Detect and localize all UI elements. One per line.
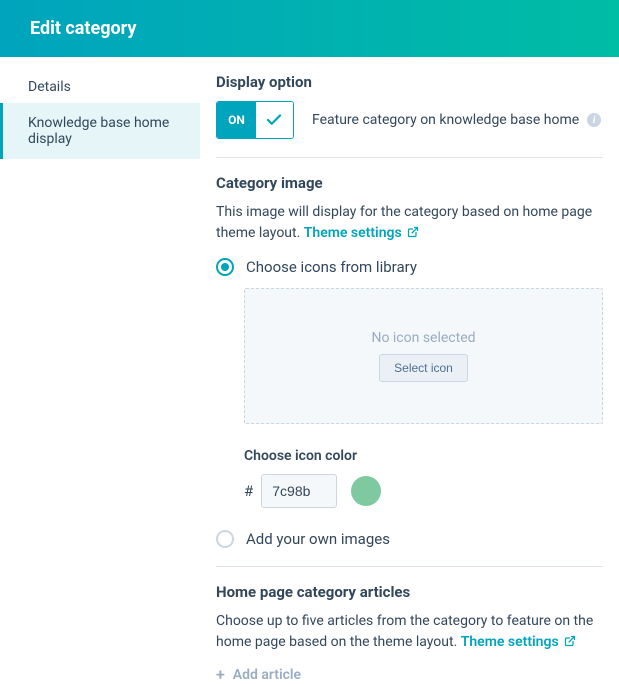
category-image-heading: Category image xyxy=(216,174,603,192)
icon-color-row: # xyxy=(244,474,603,508)
main-panel: Display option ON Feature category on kn… xyxy=(200,57,619,683)
sidebar-item-details[interactable]: Details xyxy=(0,71,200,103)
external-link-icon xyxy=(564,635,576,651)
display-option-heading: Display option xyxy=(216,73,603,91)
theme-settings-link[interactable]: Theme settings xyxy=(304,225,419,241)
radio-icon xyxy=(216,530,234,548)
icon-color-label: Choose icon color xyxy=(244,448,603,464)
select-icon-button[interactable]: Select icon xyxy=(379,354,468,382)
category-image-description: This image will display for the category… xyxy=(216,202,603,244)
info-icon[interactable]: i xyxy=(587,113,601,127)
sidebar-item-label: Details xyxy=(28,79,71,95)
page-title: Edit category xyxy=(30,18,137,39)
radio-label: Add your own images xyxy=(246,530,390,548)
color-swatch[interactable] xyxy=(351,476,381,506)
radio-icons-library[interactable]: Choose icons from library xyxy=(216,258,603,276)
feature-toggle[interactable]: ON xyxy=(216,101,294,139)
sidebar-item-kb-home-display[interactable]: Knowledge base home display xyxy=(0,103,200,159)
divider xyxy=(216,157,603,158)
hash-symbol: # xyxy=(244,482,253,500)
radio-label: Choose icons from library xyxy=(246,258,417,276)
external-link-icon xyxy=(407,226,419,242)
check-icon xyxy=(256,102,293,138)
theme-settings-link[interactable]: Theme settings xyxy=(461,634,576,650)
divider xyxy=(216,566,603,567)
hex-input[interactable] xyxy=(261,474,337,508)
display-option-row: ON Feature category on knowledge base ho… xyxy=(216,101,603,139)
radio-own-images[interactable]: Add your own images xyxy=(216,530,603,548)
sidebar: Details Knowledge base home display xyxy=(0,57,200,683)
feature-label: Feature category on knowledge base home xyxy=(312,112,579,128)
sidebar-item-label: Knowledge base home display xyxy=(28,115,169,147)
icon-picker-box: No icon selected Select icon xyxy=(244,288,603,424)
toggle-on-label: ON xyxy=(217,102,256,138)
page-header: Edit category xyxy=(0,0,619,57)
articles-description: Choose up to five articles from the cate… xyxy=(216,611,603,653)
radio-icon xyxy=(216,258,234,276)
no-icon-text: No icon selected xyxy=(371,330,475,346)
body: Details Knowledge base home display Disp… xyxy=(0,57,619,683)
articles-heading: Home page category articles xyxy=(216,583,603,601)
